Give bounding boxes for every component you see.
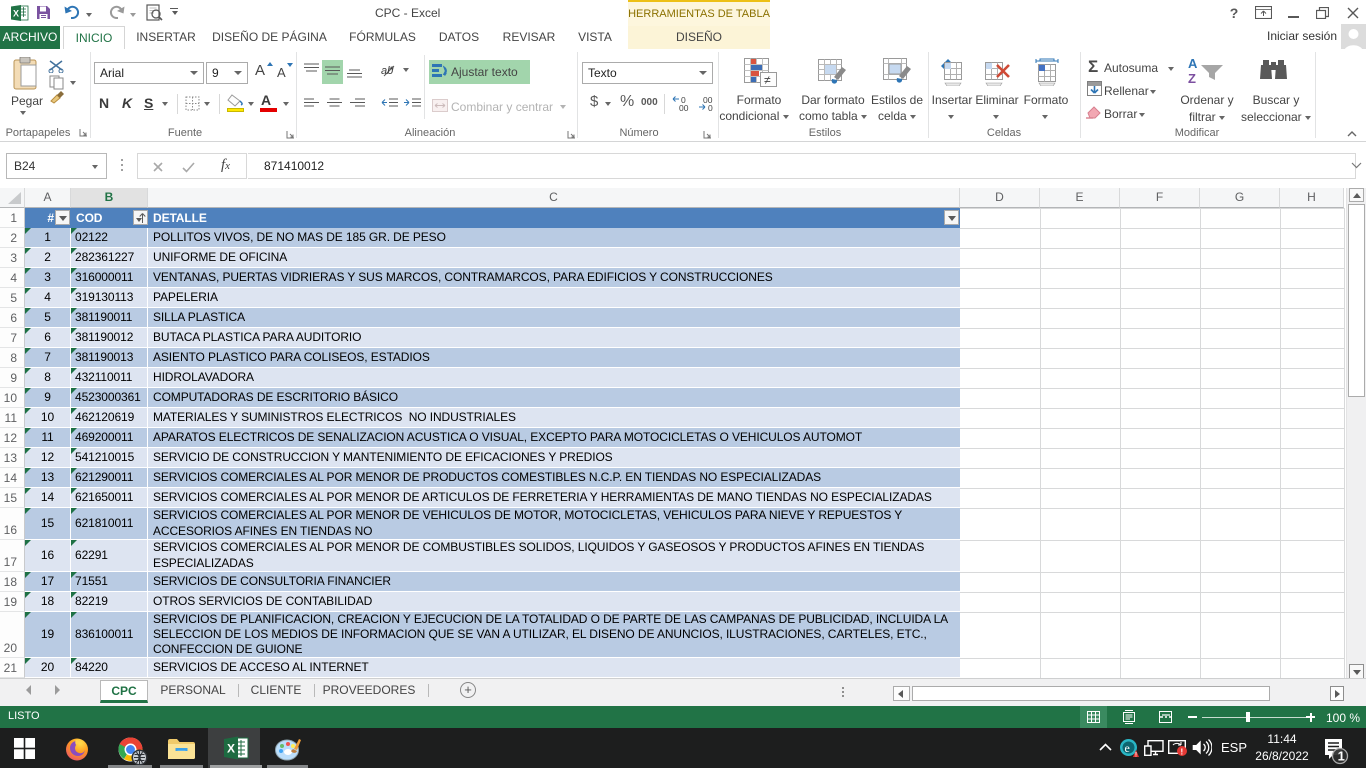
svg-text:!: ! [1181,748,1184,757]
svg-text:!: ! [1135,753,1137,759]
svg-text:e: e [1125,741,1130,755]
svg-text:ab: ab [381,65,393,77]
svg-text:00: 00 [679,103,689,112]
svg-text:X: X [13,9,19,19]
svg-text:0: 0 [708,103,713,112]
svg-text:≠: ≠ [764,73,771,87]
svg-text:X: X [227,742,235,756]
svg-text:1: 1 [1338,749,1345,764]
